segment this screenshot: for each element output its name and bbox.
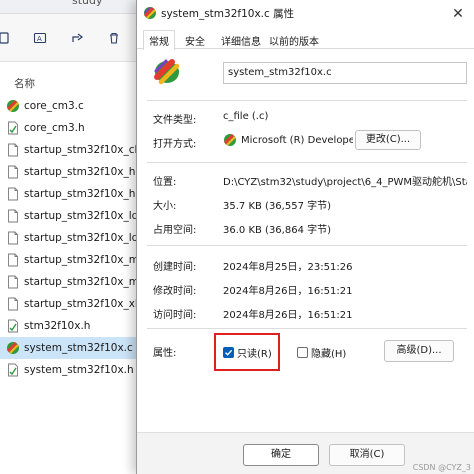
file-list-item[interactable]: stm32f10x.h: [0, 315, 140, 337]
created-value: 2024年8月25日，23:51:26: [223, 262, 353, 273]
header-file-icon: [6, 121, 20, 135]
dialog-title: system_stm32f10x.c 属性: [161, 8, 295, 20]
file-list-item[interactable]: startup_stm32f10x_ld.s: [0, 205, 147, 227]
dialog-title-bar: system_stm32f10x.c 属性 ✕: [137, 0, 474, 28]
file-list-item[interactable]: startup_stm32f10x_md_vl.s: [0, 271, 169, 293]
c-source-colored-icon: [143, 6, 157, 20]
location-label: 位置:: [153, 177, 177, 188]
file-list-item[interactable]: core_cm3.c: [0, 95, 140, 117]
column-header-name[interactable]: 名称: [14, 76, 35, 91]
blank-file-icon: [6, 187, 20, 201]
tab-general[interactable]: 常规: [143, 30, 175, 50]
hidden-checkbox[interactable]: 隐藏(H): [297, 345, 346, 360]
file-list-item[interactable]: startup_stm32f10x_md.s: [0, 249, 154, 271]
file-list-item[interactable]: startup_stm32f10x_ld_vl.s: [0, 227, 162, 249]
file-list-item[interactable]: core_cm3.h: [0, 117, 140, 139]
file-name: system_stm32f10x.c: [24, 342, 133, 354]
header-file-icon: [6, 363, 20, 377]
explorer-toolbar: A: [0, 14, 140, 62]
file-name: startup_stm32f10x_cl.s: [24, 144, 147, 156]
divider: [147, 245, 467, 246]
checkmark-icon: [223, 347, 234, 358]
cancel-button[interactable]: 取消(C): [329, 444, 405, 466]
created-label: 创建时间:: [153, 262, 197, 273]
tab-security[interactable]: 安全: [179, 30, 211, 49]
file-name: startup_stm32f10x_hd.s: [24, 166, 151, 178]
file-type-label: 文件类型:: [153, 115, 197, 126]
breadcrumb[interactable]: study: [72, 0, 103, 7]
file-name: system_stm32f10x.h: [24, 364, 134, 376]
tab-details[interactable]: 详细信息: [215, 30, 267, 49]
rename-icon[interactable]: A: [32, 30, 48, 46]
blank-file-icon: [6, 209, 20, 223]
opens-with-label: 打开方式:: [153, 139, 197, 150]
c-source-colored-icon: [6, 341, 20, 355]
file-list-item[interactable]: startup_stm32f10x_hd_vl.s: [0, 183, 165, 205]
file-list-item[interactable]: startup_stm32f10x_cl.s: [0, 139, 146, 161]
file-name: core_cm3.c: [24, 100, 84, 112]
file-type-value: c_file (.c): [223, 111, 269, 122]
file-name: startup_stm32f10x_xl.s: [24, 298, 147, 310]
advanced-button[interactable]: 高级(D)...: [384, 340, 454, 362]
blank-file-icon: [6, 143, 20, 157]
watermark: CSDN @CYZ_3: [412, 463, 471, 472]
readonly-checkbox[interactable]: 只读(R): [223, 345, 272, 360]
blank-file-icon: [6, 253, 20, 267]
file-type-large-icon: [153, 58, 181, 86]
properties-dialog: system_stm32f10x.c 属性 ✕ 常规 安全 详细信息 以前的版本…: [136, 0, 474, 474]
copy-icon[interactable]: [0, 30, 12, 46]
size-on-disk-value: 36.0 KB (36,864 字节): [223, 225, 332, 236]
opens-with-value: Microsoft (R) Developer: [241, 135, 353, 146]
close-icon[interactable]: ✕: [447, 3, 469, 25]
header-file-icon: [6, 319, 20, 333]
divider: [147, 328, 467, 329]
file-list-item[interactable]: startup_stm32f10x_hd.s: [0, 161, 151, 183]
file-name: startup_stm32f10x_md.s: [24, 254, 155, 266]
blank-file-icon: [6, 275, 20, 289]
file-name: stm32f10x.h: [24, 320, 91, 332]
ok-button[interactable]: 确定: [243, 444, 319, 466]
c-source-colored-icon: [6, 99, 20, 113]
accessed-value: 2024年8月26日，16:51:21: [223, 310, 353, 321]
hidden-label: 隐藏(H): [311, 349, 347, 360]
file-name: startup_stm32f10x_ld.s: [24, 210, 148, 222]
tab-previous-versions[interactable]: 以前的版本: [263, 30, 325, 49]
change-button[interactable]: 更改(C)...: [355, 130, 421, 150]
blank-file-icon: [6, 231, 20, 245]
file-name-input[interactable]: system_stm32f10x.c: [223, 62, 467, 84]
checkbox-box: [297, 347, 308, 358]
visual-studio-icon: [223, 133, 237, 147]
dialog-footer: 确定 取消(C) CSDN @CYZ_3: [137, 432, 474, 474]
delete-icon[interactable]: [106, 30, 122, 46]
tab-bar: 常规 安全 详细信息 以前的版本: [137, 28, 474, 50]
readonly-label: 只读(R): [237, 349, 272, 360]
blank-file-icon: [6, 297, 20, 311]
file-list-item[interactable]: system_stm32f10x.c: [0, 337, 140, 359]
size-value: 35.7 KB (36,557 字节): [223, 201, 332, 212]
modified-value: 2024年8月26日，16:51:21: [223, 286, 353, 297]
svg-text:A: A: [37, 35, 42, 43]
divider: [147, 100, 467, 101]
file-name: core_cm3.h: [24, 122, 85, 134]
file-list: 名称 core_cm3.c core_cm3.h startup_stm32f10x…: [0, 62, 169, 474]
size-label: 大小:: [153, 201, 177, 212]
file-list-item[interactable]: startup_stm32f10x_xl.s: [0, 293, 147, 315]
attributes-label: 属性:: [153, 348, 177, 359]
modified-label: 修改时间:: [153, 286, 197, 297]
file-list-item[interactable]: system_stm32f10x.h: [0, 359, 140, 381]
blank-file-icon: [6, 165, 20, 179]
divider: [147, 162, 467, 163]
size-on-disk-label: 占用空间:: [153, 225, 197, 236]
share-icon[interactable]: [70, 30, 86, 46]
accessed-label: 访问时间:: [153, 310, 197, 321]
location-value: D:\CYZ\stm32\study\project\6_4_PWM驱动舵机\S…: [223, 177, 467, 188]
